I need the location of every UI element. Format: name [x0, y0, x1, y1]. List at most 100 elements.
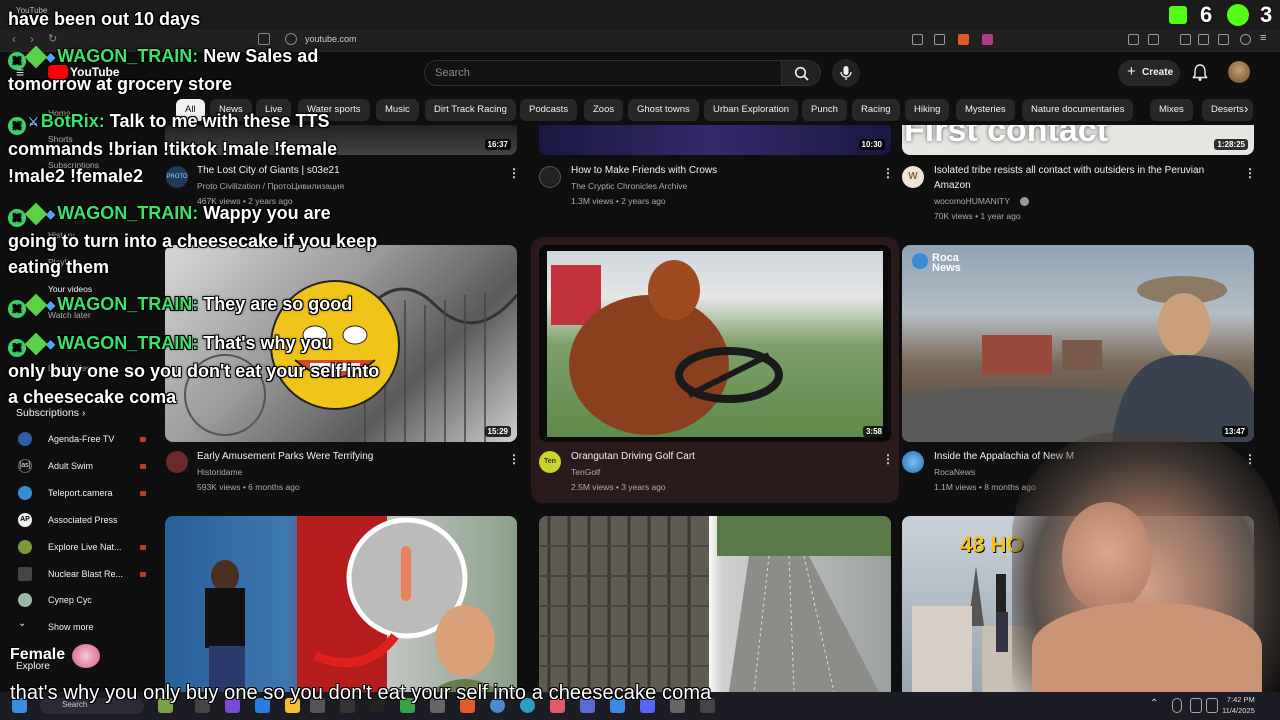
- sidebar-item-explore-live-nature[interactable]: Explore Live Nat...: [16, 539, 146, 557]
- channel-name[interactable]: RocaNews: [934, 467, 975, 477]
- channel-avatar[interactable]: [902, 451, 924, 473]
- channel-avatar: [18, 540, 32, 554]
- video-thumbnail[interactable]: 10:30: [539, 125, 891, 155]
- video-meta: 2.5M views • 3 years ago: [571, 482, 666, 492]
- sidebar-toggle-icon[interactable]: [1180, 34, 1191, 45]
- video-title[interactable]: Early Amusement Parks Were Terrifying: [197, 450, 373, 464]
- video-title[interactable]: Orangutan Driving Golf Cart: [571, 450, 695, 464]
- volume-icon[interactable]: [1206, 698, 1218, 713]
- chip-nature-documentaries[interactable]: Nature documentaries: [1022, 99, 1134, 121]
- channel-name[interactable]: TenGolf: [571, 467, 600, 477]
- channel-avatar: [18, 593, 32, 607]
- video-title[interactable]: How to Make Friends with Crows: [571, 164, 717, 178]
- plus-icon: +: [1127, 63, 1136, 80]
- brave-shield-icon[interactable]: [958, 34, 969, 45]
- more-options-icon[interactable]: ⋮: [508, 166, 520, 180]
- create-button[interactable]: + Create: [1118, 60, 1180, 86]
- more-options-icon[interactable]: ⋮: [1244, 166, 1256, 180]
- more-options-icon[interactable]: ⋮: [882, 452, 894, 466]
- tab-search-icon[interactable]: [1148, 34, 1159, 45]
- chat-line: only buy one so you don't eat your self …: [8, 361, 380, 381]
- live-indicator-icon: [140, 437, 146, 442]
- channel-avatar[interactable]: W: [902, 166, 924, 188]
- video-thumbnail[interactable]: [165, 516, 517, 692]
- chat-line: have been out 10 days: [8, 9, 201, 29]
- sidebar-item-teleport-camera[interactable]: Teleport.camera: [16, 485, 146, 503]
- menu-icon[interactable]: ≡: [1260, 32, 1266, 44]
- chevron-up-icon[interactable]: ⌃: [1150, 698, 1158, 709]
- vending-machine-illustration: [205, 516, 500, 692]
- show-more-button[interactable]: ⌄ Show more: [16, 618, 146, 637]
- video-title[interactable]: The Lost City of Giants | s03e21: [197, 164, 340, 178]
- voice-search-button[interactable]: [832, 59, 860, 87]
- chat-message: ✕ ◆ WAGON_TRAIN: Wappy you are: [8, 200, 331, 228]
- shield-icon[interactable]: [1240, 34, 1251, 45]
- live-indicator-icon: [140, 491, 146, 496]
- video-title[interactable]: Isolated tribe resists all contact with …: [934, 164, 1204, 178]
- tts-voice-label: Female: [10, 646, 66, 663]
- search-button[interactable]: [781, 60, 821, 86]
- channel-name[interactable]: Proto Civilization / ПротоЦивилизация: [197, 181, 344, 191]
- channel-avatar[interactable]: Ten: [539, 451, 561, 473]
- search-input[interactable]: Search: [424, 60, 782, 86]
- thumbnail-text: Roca News: [932, 252, 961, 274]
- diamond-badge-icon: [24, 45, 48, 69]
- chip-zoos[interactable]: Zoos: [584, 99, 624, 121]
- chip-ghost-towns[interactable]: Ghost towns: [628, 99, 699, 121]
- more-options-icon[interactable]: ⋮: [882, 166, 894, 180]
- channel-avatar[interactable]: [166, 451, 188, 473]
- chip-music[interactable]: Music: [376, 99, 419, 121]
- create-label: Create: [1142, 67, 1174, 78]
- diamond-badge-icon: [24, 202, 48, 226]
- sidebar-item-agenda-free-tv[interactable]: Agenda-Free TV: [16, 431, 146, 449]
- sidebar-item-super-sus[interactable]: Супер Сус: [16, 592, 146, 610]
- chat-line: eating them: [8, 257, 110, 277]
- chip-podcasts[interactable]: Podcasts: [520, 99, 578, 121]
- vpn-icon[interactable]: [1218, 34, 1229, 45]
- rocanews-logo-icon: [912, 253, 928, 269]
- channel-avatar: [18, 567, 32, 581]
- duration-badge: 13:47: [1221, 426, 1248, 437]
- chip-urban-exploration[interactable]: Urban Exploration: [704, 99, 799, 121]
- sidebar-item-associated-press[interactable]: AP Associated Press: [16, 512, 146, 530]
- share-icon[interactable]: [934, 34, 945, 45]
- chip-mixes[interactable]: Mixes: [1150, 99, 1193, 121]
- chip-racing[interactable]: Racing: [852, 99, 900, 121]
- extensions-icon[interactable]: [1128, 34, 1139, 45]
- sword-badge-icon: ⚔: [28, 115, 39, 129]
- channel-avatar[interactable]: PROTO: [166, 166, 188, 188]
- network-icon[interactable]: [1190, 698, 1202, 713]
- kick-badge-icon: ✕: [8, 300, 26, 318]
- video-thumbnail[interactable]: 3:58: [539, 245, 891, 442]
- account-avatar[interactable]: [1228, 61, 1250, 83]
- video-thumbnail[interactable]: Roca News 13:47: [902, 245, 1254, 442]
- more-options-icon[interactable]: ⋮: [508, 452, 520, 466]
- channel-name[interactable]: The Cryptic Chronicles Archive: [571, 181, 687, 191]
- sidebar-item-nuclear-blast[interactable]: Nuclear Blast Re...: [16, 566, 146, 584]
- category-chips: All News Live Water sports Music Dirt Tr…: [176, 99, 1256, 121]
- notifications-bell-icon[interactable]: [1192, 64, 1208, 82]
- rewards-icon[interactable]: [982, 34, 993, 45]
- verified-badge-icon: ◆: [46, 298, 56, 312]
- chip-dirt-track-racing[interactable]: Dirt Track Racing: [425, 99, 516, 121]
- channel-name[interactable]: wocomoHUMANITY: [934, 196, 1010, 206]
- channel-name[interactable]: Historidame: [197, 467, 242, 477]
- sidebar-item-adult-swim[interactable]: [as] Adult Swim: [16, 458, 146, 476]
- wallet-icon[interactable]: [1198, 34, 1209, 45]
- chip-hiking[interactable]: Hiking: [905, 99, 950, 121]
- video-thumbnail[interactable]: [539, 516, 891, 692]
- microphone-tray-icon[interactable]: [1172, 698, 1182, 713]
- chat-line: commands !brian !tiktok !male !female: [8, 139, 338, 159]
- cast-icon[interactable]: [912, 34, 923, 45]
- system-clock[interactable]: 7:42 PM 11/4/2025: [1222, 694, 1255, 716]
- orangutan-illustration: [551, 260, 783, 435]
- chip-punch[interactable]: Punch: [802, 99, 847, 121]
- search-placeholder: Search: [435, 67, 470, 79]
- video-title-line2[interactable]: Amazon: [934, 179, 971, 193]
- video-thumbnail[interactable]: First contact 1:28:25: [902, 125, 1254, 155]
- channel-avatar[interactable]: [539, 166, 561, 188]
- diamond-badge-icon: [24, 332, 48, 356]
- chip-mysteries[interactable]: Mysteries: [956, 99, 1015, 121]
- city-traffic-illustration: [539, 516, 891, 692]
- chevron-right-icon[interactable]: ›: [1244, 101, 1248, 116]
